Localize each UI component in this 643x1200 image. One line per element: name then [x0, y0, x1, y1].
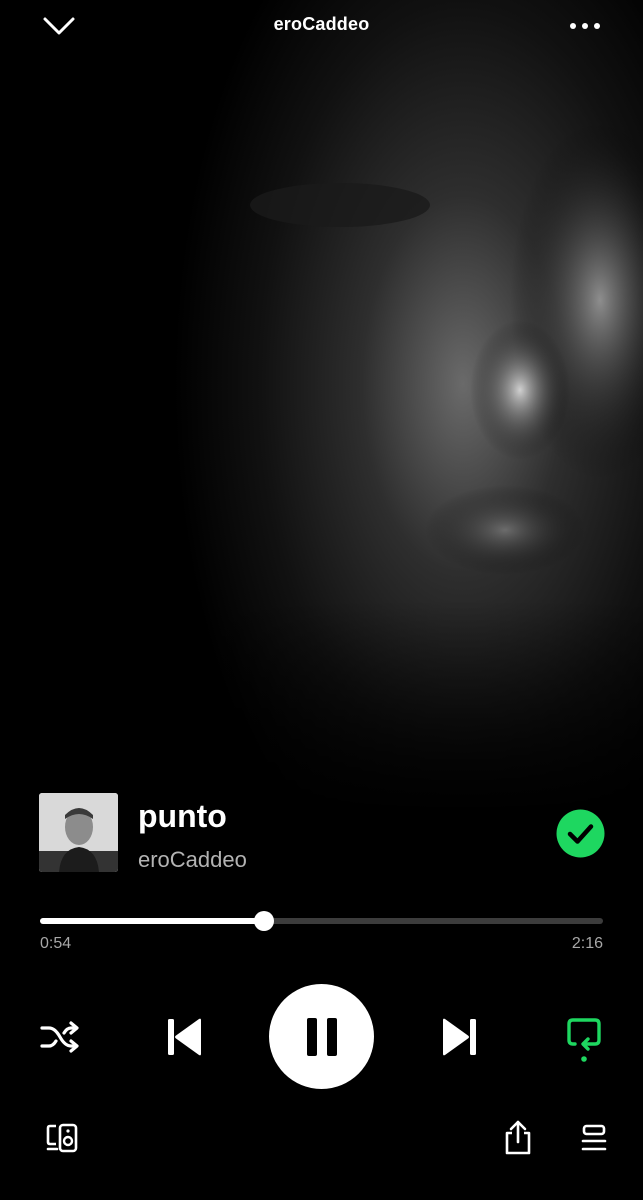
track-title[interactable]: punto [138, 796, 227, 836]
album-cover-art [39, 793, 118, 872]
total-duration: 2:16 [571, 935, 603, 952]
repeat-icon[interactable] [560, 1012, 608, 1066]
pause-button[interactable] [269, 984, 374, 1089]
shuffle-icon[interactable] [36, 1015, 84, 1059]
check-circle-icon[interactable] [556, 809, 605, 858]
more-options-icon[interactable] [562, 8, 608, 44]
connect-devices-icon[interactable] [40, 1118, 84, 1158]
skip-next-icon[interactable] [434, 1012, 486, 1062]
chevron-down-icon[interactable] [38, 8, 80, 44]
share-icon[interactable] [498, 1116, 538, 1158]
seek-bar-handle[interactable] [254, 911, 274, 931]
context-title: eroCaddeo [273, 14, 370, 34]
queue-icon[interactable] [574, 1118, 614, 1158]
top-bar: eroCaddeo [0, 0, 643, 54]
pause-icon [306, 1017, 337, 1056]
album-cover[interactable] [39, 793, 118, 872]
track-artist[interactable]: eroCaddeo [138, 845, 247, 875]
seek-bar[interactable] [40, 910, 603, 932]
skip-previous-icon[interactable] [158, 1012, 210, 1062]
elapsed-time: 0:54 [40, 935, 72, 952]
seek-bar-fill [40, 918, 264, 924]
